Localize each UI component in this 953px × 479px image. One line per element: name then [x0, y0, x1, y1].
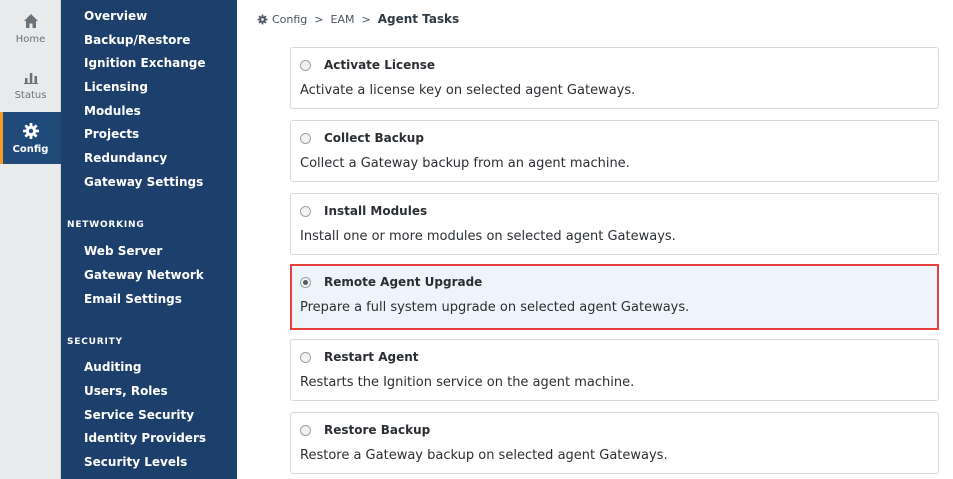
- task-title: Remote Agent Upgrade: [324, 275, 483, 289]
- sidebar-item-identity-providers[interactable]: Identity Providers: [84, 430, 206, 446]
- task-card-restart-agent[interactable]: Restart Agent Restarts the Ignition serv…: [290, 339, 939, 401]
- sidebar-item-licensing[interactable]: Licensing: [84, 79, 148, 95]
- section-heading-security: SECURITY: [67, 337, 123, 347]
- task-radio-selected[interactable]: [300, 276, 311, 288]
- section-heading-networking: NETWORKING: [67, 220, 145, 230]
- rail-item-label: Config: [12, 144, 49, 155]
- task-title: Collect Backup: [324, 131, 424, 145]
- sidebar-item-overview[interactable]: Overview: [84, 8, 147, 24]
- active-indicator: [0, 112, 3, 164]
- breadcrumb-eam[interactable]: EAM: [331, 13, 355, 26]
- task-card-install-modules[interactable]: Install Modules Install one or more modu…: [290, 193, 939, 255]
- task-description: Collect a Gateway backup from an agent m…: [300, 156, 630, 171]
- sidebar-item-gateway-settings[interactable]: Gateway Settings: [84, 174, 203, 190]
- task-radio[interactable]: [300, 351, 311, 363]
- gear-icon: [21, 121, 41, 141]
- sidebar-item-service-security[interactable]: Service Security: [84, 407, 194, 423]
- breadcrumb: Config > EAM > Agent Tasks: [237, 0, 953, 38]
- sidebar-item-security-levels[interactable]: Security Levels: [84, 454, 187, 470]
- task-radio[interactable]: [300, 59, 311, 71]
- home-icon: [21, 11, 41, 31]
- task-card-restore-backup[interactable]: Restore Backup Restore a Gateway backup …: [290, 412, 939, 474]
- rail-item-label: Status: [14, 90, 47, 101]
- config-sidebar: Overview Backup/Restore Ignition Exchang…: [61, 0, 237, 479]
- rail-item-home[interactable]: Home: [0, 2, 61, 54]
- sidebar-item-ignition-exchange[interactable]: Ignition Exchange: [84, 55, 206, 71]
- task-description: Install one or more modules on selected …: [300, 229, 676, 244]
- icon-rail: Home Status Config: [0, 0, 61, 479]
- sidebar-item-gateway-network[interactable]: Gateway Network: [84, 267, 204, 283]
- rail-item-status[interactable]: Status: [0, 58, 61, 110]
- sidebar-item-email-settings[interactable]: Email Settings: [84, 291, 182, 307]
- breadcrumb-separator: >: [361, 12, 371, 26]
- task-description: Prepare a full system upgrade on selecte…: [300, 300, 690, 315]
- task-title: Restore Backup: [324, 423, 431, 437]
- task-radio[interactable]: [300, 132, 311, 144]
- task-title: Restart Agent: [324, 350, 419, 364]
- rail-item-label: Home: [15, 34, 46, 45]
- task-description: Activate a license key on selected agent…: [300, 83, 636, 98]
- gear-icon: [257, 14, 268, 25]
- breadcrumb-config[interactable]: Config: [272, 13, 307, 26]
- rail-item-config[interactable]: Config: [0, 112, 61, 164]
- task-card-remote-agent-upgrade[interactable]: Remote Agent Upgrade Prepare a full syst…: [290, 264, 939, 330]
- breadcrumb-separator: >: [314, 12, 324, 26]
- task-description: Restore a Gateway backup on selected age…: [300, 448, 668, 463]
- sidebar-item-auditing[interactable]: Auditing: [84, 359, 142, 375]
- sidebar-item-redundancy[interactable]: Redundancy: [84, 150, 167, 166]
- sidebar-item-projects[interactable]: Projects: [84, 126, 139, 142]
- task-radio[interactable]: [300, 205, 311, 217]
- task-card-collect-backup[interactable]: Collect Backup Collect a Gateway backup …: [290, 120, 939, 182]
- task-card-activate-license[interactable]: Activate License Activate a license key …: [290, 47, 939, 109]
- sidebar-item-backup-restore[interactable]: Backup/Restore: [84, 32, 190, 48]
- task-title: Install Modules: [324, 204, 428, 218]
- breadcrumb-current: Agent Tasks: [377, 12, 460, 26]
- task-title: Activate License: [324, 58, 436, 72]
- sidebar-item-web-server[interactable]: Web Server: [84, 243, 162, 259]
- bar-chart-icon: [21, 67, 41, 87]
- task-radio[interactable]: [300, 424, 311, 436]
- task-description: Restarts the Ignition service on the age…: [300, 375, 635, 390]
- sidebar-item-users-roles[interactable]: Users, Roles: [84, 383, 168, 399]
- sidebar-item-modules[interactable]: Modules: [84, 103, 141, 119]
